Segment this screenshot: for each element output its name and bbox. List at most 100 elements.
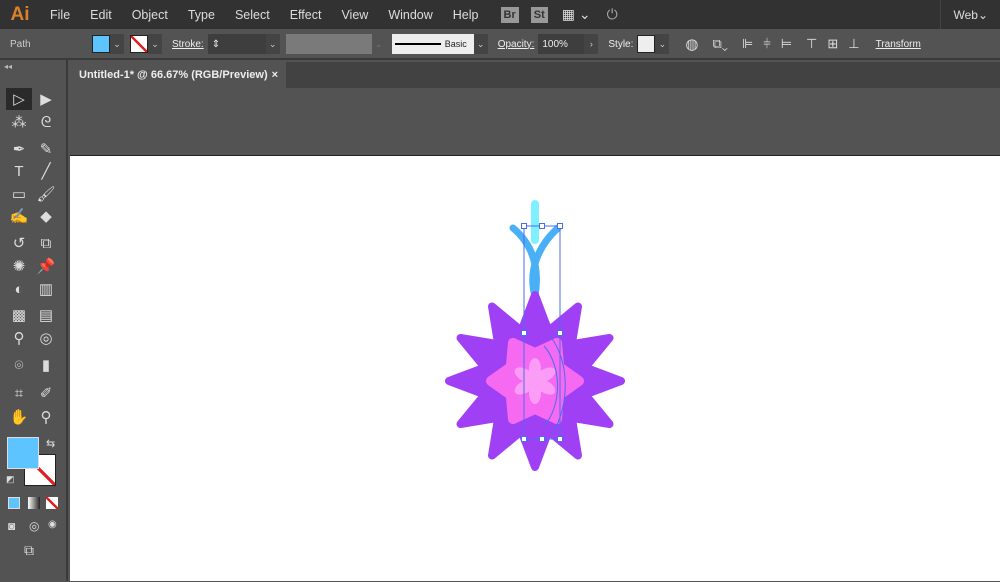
default-colors-icon[interactable]: ◩ [6, 474, 15, 485]
tool-shaper[interactable]: ✍ [6, 205, 32, 227]
tool-symbol-sprayer[interactable]: ⌾ [6, 354, 32, 376]
selection-handle[interactable] [557, 436, 563, 442]
close-tab-button[interactable]: × [272, 69, 278, 81]
menu-file[interactable]: File [40, 8, 80, 22]
tool-rectangle[interactable]: ▭ [6, 183, 32, 205]
menu-select[interactable]: Select [225, 8, 280, 22]
profile-dropdown[interactable]: ⌄ [372, 34, 386, 54]
selection-handle[interactable] [539, 223, 545, 229]
style-dropdown[interactable]: ⌄ [655, 34, 670, 54]
opacity-label[interactable]: Opacity: [498, 39, 535, 50]
graphic-style-swatch[interactable] [637, 35, 656, 53]
selection-handle[interactable] [521, 223, 527, 229]
tools-panel: ◂◂ ▷ ▶ ⁂ ᘓ ✒ ✎ T ╱ ▭ 🖌 ✍ ◆ ↺ ⧉ ✺ 📌 ◐ ▥ ▩ ▤ ⚲ ◎ ⌾ ▮ ⌗ ✐ ✋ ⚲ ⇆ ◩ ◙ ◎ … [0, 60, 68, 581]
tool-slice[interactable]: ✐ [33, 382, 59, 404]
stroke-swatch[interactable] [130, 35, 148, 53]
app-logo: Ai [10, 3, 30, 25]
align-top-icon[interactable]: ⊤ [806, 36, 817, 52]
tool-puppet-warp[interactable]: 📌 [33, 255, 59, 277]
tool-paintbrush[interactable]: 🖌 [33, 183, 59, 205]
tool-lasso[interactable]: ᘓ [33, 111, 59, 133]
arrange-documents-icon[interactable]: ▦ ⌄ [562, 6, 591, 23]
control-bar: Path ⌄ ⌄ Stroke: ⇕ ⌄ ⌄ Basic ⌄ Opacity: … [0, 30, 1000, 60]
artboard[interactable] [70, 155, 1000, 581]
tool-zoom[interactable]: ⚲ [33, 406, 59, 428]
screen-mode-icon[interactable]: ⧉ [24, 542, 34, 559]
tool-blend[interactable]: ◎ [33, 327, 59, 349]
tool-mesh[interactable]: ▩ [6, 304, 32, 326]
tool-perspective-grid[interactable]: ▥ [33, 278, 59, 300]
opacity-arrow[interactable]: › [584, 34, 599, 54]
workspace-label: Web [953, 7, 978, 22]
variable-width-profile[interactable] [285, 34, 372, 54]
align-center-icon[interactable]: ⫩ [763, 36, 770, 52]
selection-type: Path [10, 38, 31, 50]
tool-gradient[interactable]: ▤ [33, 304, 59, 326]
draw-inside-icon[interactable]: ◉ [48, 519, 57, 530]
menu-effect[interactable]: Effect [280, 8, 332, 22]
tool-direct-selection[interactable]: ▶ [33, 88, 59, 110]
draw-normal-icon[interactable]: ◙ [8, 519, 15, 533]
tool-scale[interactable]: ⧉ [33, 232, 59, 254]
document-tab[interactable]: Untitled-1* @ 66.67% (RGB/Preview) × [70, 62, 286, 88]
align-to-icon[interactable]: ⧉⌄ [712, 36, 727, 52]
align-bottom-icon[interactable]: ⊥ [848, 36, 859, 52]
align-middle-icon[interactable]: ⊞ [827, 36, 838, 52]
tool-rotate[interactable]: ↺ [6, 232, 32, 254]
gpu-performance-icon[interactable]: ⏻ [607, 6, 618, 23]
stroke-weight-dropdown[interactable]: ⌄ [265, 34, 280, 54]
tool-hand[interactable]: ✋ [6, 406, 32, 428]
gradient-mode-button[interactable] [28, 497, 40, 509]
collapse-panel-icon[interactable]: ◂◂ [4, 62, 12, 71]
brush-label: Basic [444, 39, 467, 49]
brush-definition[interactable]: Basic [391, 34, 474, 54]
menu-help[interactable]: Help [443, 8, 489, 22]
menu-window[interactable]: Window [378, 8, 442, 22]
selection-handle[interactable] [557, 223, 563, 229]
brush-dropdown[interactable]: ⌄ [473, 34, 488, 54]
selection-handle[interactable] [521, 330, 527, 336]
tool-eraser[interactable]: ◆ [33, 205, 59, 227]
align-right-icon[interactable]: ⊨ [781, 36, 792, 52]
stroke-label[interactable]: Stroke: [172, 39, 204, 50]
tool-column-graph[interactable]: ▮ [33, 354, 59, 376]
bridge-button[interactable]: Br [500, 6, 519, 23]
tool-magic-wand[interactable]: ⁂ [6, 111, 32, 133]
menu-object[interactable]: Object [122, 8, 178, 22]
selection-handle[interactable] [521, 436, 527, 442]
flower-center [527, 373, 543, 389]
menu-view[interactable]: View [331, 8, 378, 22]
stroke-weight-field[interactable] [221, 34, 266, 54]
tool-warp[interactable]: ✺ [6, 255, 32, 277]
tool-selection[interactable]: ▷ [6, 88, 32, 110]
document-tab-bar: Untitled-1* @ 66.67% (RGB/Preview) × [70, 62, 1000, 88]
menu-edit[interactable]: Edit [80, 8, 122, 22]
fill-dropdown[interactable]: ⌄ [110, 34, 124, 54]
menu-type[interactable]: Type [178, 8, 225, 22]
none-mode-button[interactable] [46, 497, 58, 509]
selection-handle[interactable] [557, 330, 563, 336]
tool-type[interactable]: T [6, 160, 32, 182]
swap-colors-icon[interactable]: ⇆ [46, 437, 55, 450]
align-left-icon[interactable]: ⊫ [742, 36, 753, 52]
tool-artboard[interactable]: ⌗ [6, 382, 32, 404]
document-tab-title: Untitled-1* @ 66.67% (RGB/Preview) [79, 69, 268, 81]
transform-button[interactable]: Transform [876, 39, 921, 50]
recolor-artwork-icon[interactable]: ◍ [685, 35, 698, 53]
tool-pen[interactable]: ✒ [6, 138, 32, 160]
style-label: Style: [608, 38, 634, 50]
tool-line[interactable]: ╱ [33, 160, 59, 182]
fill-swatch[interactable] [92, 35, 110, 53]
tool-curvature[interactable]: ✎ [33, 138, 59, 160]
stock-button[interactable]: St [530, 6, 548, 23]
selection-handle[interactable] [539, 436, 545, 442]
stroke-dropdown[interactable]: ⌄ [148, 34, 162, 54]
stroke-stepper[interactable]: ⇕ [207, 34, 222, 54]
color-mode-button[interactable] [8, 497, 20, 509]
opacity-field[interactable]: 100% [538, 34, 585, 54]
workspace-switcher[interactable]: Web ⌄ [940, 0, 1000, 29]
fill-color-box[interactable] [7, 437, 39, 469]
tool-shape-builder[interactable]: ◐ [6, 278, 32, 300]
draw-behind-icon[interactable]: ◎ [29, 519, 39, 533]
tool-eyedropper[interactable]: ⚲ [6, 327, 32, 349]
